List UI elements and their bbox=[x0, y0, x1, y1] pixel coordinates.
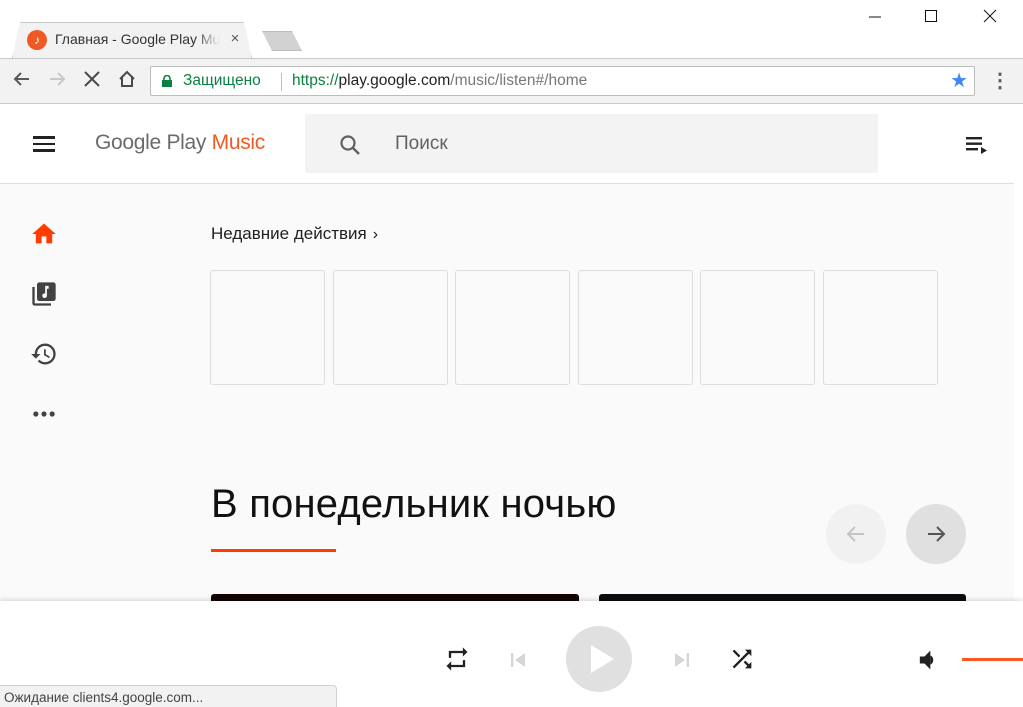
search-input[interactable] bbox=[395, 131, 855, 157]
home-outline-icon bbox=[119, 70, 135, 87]
back-button[interactable] bbox=[10, 69, 34, 93]
tab-close-icon[interactable]: × bbox=[226, 30, 244, 48]
carousel-next-button[interactable] bbox=[906, 504, 966, 564]
music-note-icon: ♪ bbox=[27, 30, 47, 50]
home-button[interactable] bbox=[115, 69, 139, 93]
recent-card[interactable] bbox=[455, 270, 570, 385]
url-text[interactable]: https://play.google.com/music/listen#/ho… bbox=[292, 72, 587, 90]
queue-music-icon[interactable] bbox=[966, 136, 988, 154]
browser-title-bar: ♪ Главная - Google Play Music × bbox=[0, 0, 1023, 58]
browser-toolbar: Защищено https://play.google.com/music/l… bbox=[0, 58, 1023, 104]
arrow-forward-icon bbox=[928, 526, 946, 542]
url-scheme: https:// bbox=[292, 72, 339, 89]
more-icon[interactable] bbox=[30, 400, 58, 428]
maximize-icon[interactable] bbox=[908, 6, 954, 32]
search-icon[interactable] bbox=[338, 133, 362, 157]
stop-loading-icon bbox=[84, 71, 100, 87]
recent-card[interactable] bbox=[210, 270, 325, 385]
window-close-icon[interactable] bbox=[967, 6, 1013, 32]
app-logo[interactable]: Google Play Music bbox=[95, 131, 265, 155]
logo-music: Music bbox=[211, 131, 266, 154]
forward-button[interactable] bbox=[45, 69, 69, 93]
repeat-icon[interactable] bbox=[443, 645, 471, 673]
recent-card[interactable] bbox=[700, 270, 815, 385]
search-box[interactable] bbox=[305, 114, 878, 173]
volume-icon[interactable] bbox=[914, 646, 942, 674]
volume-slider[interactable] bbox=[962, 658, 1023, 661]
album-tile[interactable] bbox=[211, 594, 579, 601]
arrow-forward-icon bbox=[50, 72, 66, 86]
app-header: Google Play Music bbox=[0, 104, 1014, 184]
skip-next-icon[interactable] bbox=[668, 646, 696, 674]
minimize-icon[interactable] bbox=[852, 6, 898, 32]
recent-card[interactable] bbox=[823, 270, 938, 385]
album-tile[interactable] bbox=[599, 594, 966, 601]
carousel-prev-button[interactable] bbox=[826, 504, 886, 564]
browser-menu-icon[interactable]: ⋮ bbox=[990, 69, 1010, 93]
section-underline bbox=[211, 549, 336, 552]
shuffle-icon[interactable] bbox=[728, 645, 756, 673]
url-host: play.google.com bbox=[338, 72, 451, 89]
recent-card[interactable] bbox=[578, 270, 693, 385]
browser-status-bubble: Ожидание clients4.google.com... bbox=[0, 685, 337, 707]
recent-activity-title: Недавние действия bbox=[211, 224, 367, 243]
history-icon[interactable] bbox=[30, 340, 58, 368]
lock-icon bbox=[162, 75, 172, 87]
section-title: В понедельник ночью bbox=[211, 482, 617, 526]
scrollbar[interactable] bbox=[1014, 104, 1023, 601]
arrow-back-icon bbox=[13, 72, 29, 86]
bookmark-star-icon[interactable]: ★ bbox=[950, 70, 968, 92]
chevron-right-icon: › bbox=[372, 226, 379, 243]
recent-activity-heading[interactable]: Недавние действия › bbox=[211, 224, 378, 244]
home-icon[interactable] bbox=[30, 220, 58, 248]
new-tab-button[interactable] bbox=[262, 31, 302, 51]
music-library-icon[interactable] bbox=[30, 280, 58, 308]
omnibox-divider bbox=[281, 73, 282, 91]
skip-previous-icon[interactable] bbox=[504, 646, 532, 674]
main-content: Недавние действия › В понедельник ночью bbox=[0, 184, 1014, 601]
arrow-back-icon bbox=[846, 526, 864, 542]
hamburger-menu-icon[interactable] bbox=[33, 136, 55, 152]
security-label: Защищено bbox=[183, 72, 261, 89]
url-path: /music/listen#/home bbox=[450, 72, 588, 89]
play-button[interactable] bbox=[566, 626, 632, 692]
play-icon bbox=[591, 645, 614, 673]
tab-title: Главная - Google Play Music bbox=[55, 31, 220, 47]
address-bar[interactable]: Защищено https://play.google.com/music/l… bbox=[150, 66, 975, 96]
logo-google-play: Google Play bbox=[95, 131, 207, 154]
recent-card[interactable] bbox=[333, 270, 448, 385]
stop-button[interactable] bbox=[80, 69, 104, 93]
